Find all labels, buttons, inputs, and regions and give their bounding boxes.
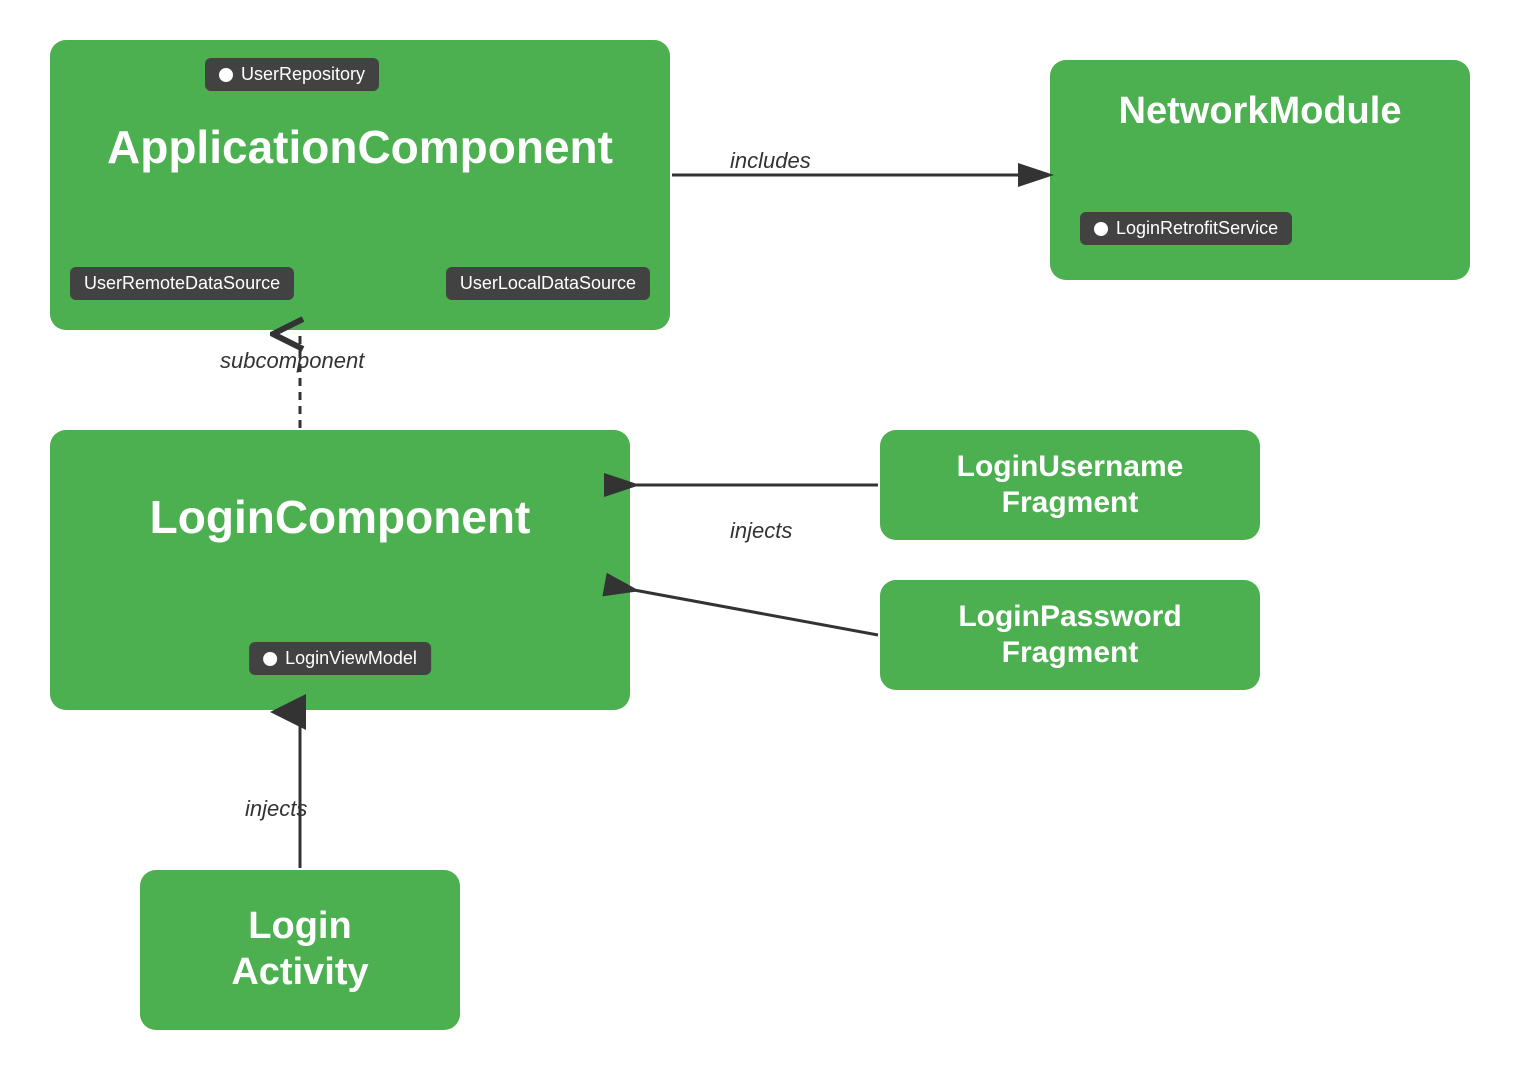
login-username-fragment-box: LoginUsernameFragment	[880, 430, 1260, 540]
injects-label-right: injects	[730, 518, 792, 544]
dot-icon	[219, 68, 233, 82]
login-password-fragment-title: LoginPasswordFragment	[958, 599, 1181, 671]
login-retrofit-service-chip: LoginRetrofitService	[1080, 212, 1292, 245]
login-view-model-chip: LoginViewModel	[249, 642, 431, 675]
login-component-box: LoginComponent LoginViewModel	[50, 430, 630, 710]
user-remote-datasource-chip: UserRemoteDataSource	[70, 267, 294, 300]
network-module-box: NetworkModule LoginRetrofitService	[1050, 60, 1470, 280]
user-repository-chip: UserRepository	[205, 58, 379, 91]
login-activity-title: LoginActivity	[231, 904, 368, 995]
diagram-container: UserRepository ApplicationComponent User…	[0, 0, 1535, 1068]
dot-icon	[263, 652, 277, 666]
subcomponent-label: subcomponent	[220, 348, 364, 374]
includes-label: includes	[730, 148, 811, 174]
dot-icon	[1094, 222, 1108, 236]
user-local-datasource-chip: UserLocalDataSource	[446, 267, 650, 300]
login-component-title: LoginComponent	[150, 490, 531, 544]
injects-label-bottom: injects	[245, 796, 307, 822]
application-component-box: UserRepository ApplicationComponent User…	[50, 40, 670, 330]
login-username-fragment-title: LoginUsernameFragment	[957, 449, 1184, 521]
login-password-fragment-box: LoginPasswordFragment	[880, 580, 1260, 690]
injects-arrow-password	[634, 590, 878, 635]
login-activity-box: LoginActivity	[140, 870, 460, 1030]
application-component-title: ApplicationComponent	[107, 120, 613, 174]
network-module-title: NetworkModule	[1119, 90, 1402, 133]
